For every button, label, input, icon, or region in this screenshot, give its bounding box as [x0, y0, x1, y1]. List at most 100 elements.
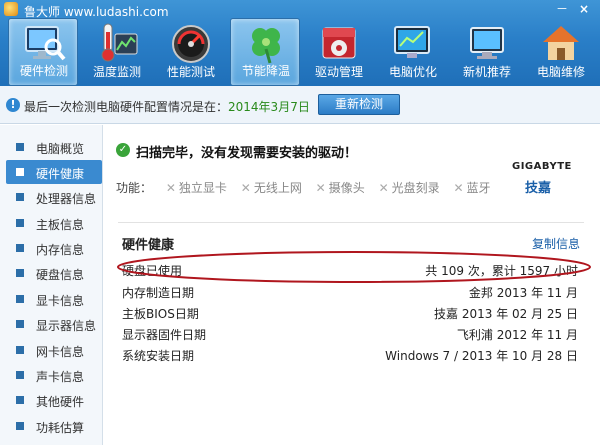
bullet-icon — [16, 168, 24, 176]
sidebar-item-power-estimate[interactable]: 功耗估算 — [6, 414, 102, 438]
feature-item: ✕ 蓝牙 — [453, 181, 490, 195]
top-banner: 鲁大师 www.ludashi.com － × 硬件检测 温度监测 性能测试 节… — [0, 0, 600, 86]
tool-hardware-detect[interactable]: 硬件检测 — [8, 18, 78, 86]
cross-icon: ✕ — [453, 181, 464, 195]
sidebar-item-label: 声卡信息 — [36, 370, 85, 384]
last-check-text: 最后一次检测电脑硬件配置情况是在：2014年3月7日 — [24, 98, 310, 115]
new-computer-icon — [470, 27, 504, 59]
divider — [118, 222, 584, 223]
sidebar-item-display[interactable]: 显示器信息 — [6, 312, 102, 336]
bullet-icon — [16, 219, 24, 227]
sidebar-item-label: 网卡信息 — [36, 345, 85, 359]
sidebar-item-label: 硬盘信息 — [36, 268, 85, 282]
optimize-screen-icon — [394, 26, 430, 58]
sidebar-item-label: 电脑概览 — [36, 142, 85, 156]
info-icon: ! — [6, 98, 20, 112]
row-label: 显示器固件日期 — [122, 328, 207, 342]
feature-label: 光盘刻录 — [391, 181, 440, 195]
info-row-monitor-firmware: 显示器固件日期 飞利浦 2012 年 11 月 — [122, 324, 578, 344]
cross-icon: ✕ — [165, 181, 176, 195]
feature-item: ✕ 无线上网 — [241, 181, 302, 195]
tool-label: 驱动管理 — [314, 65, 363, 79]
last-check-label: 最后一次检测电脑硬件配置情况是在： — [24, 100, 229, 114]
bullet-icon — [16, 422, 24, 430]
sidebar-item-network[interactable]: 网卡信息 — [6, 338, 102, 362]
bullet-icon — [16, 143, 24, 151]
title-bar: 鲁大师 www.ludashi.com － × — [0, 0, 600, 20]
main-toolbar: 硬件检测 温度监测 性能测试 节能降温 驱动管理 电脑优化 新机推荐 电脑维修 — [0, 18, 600, 86]
feature-label: 摄像头 — [328, 181, 365, 195]
tool-label: 温度监测 — [92, 65, 141, 79]
info-row-bios-date: 主板BIOS日期 技嘉 2013 年 02 月 25 日 — [122, 303, 578, 323]
sidebar-item-overview[interactable]: 电脑概览 — [6, 135, 102, 159]
tool-label: 性能测试 — [166, 65, 215, 79]
sidebar-item-label: 内存信息 — [36, 243, 85, 257]
sidebar-item-label: 显卡信息 — [36, 294, 85, 308]
monitor-magnifier-icon — [25, 26, 66, 61]
sidebar-item-label: 处理器信息 — [36, 192, 97, 206]
row-value: 飞利浦 2012 年 11 月 — [456, 328, 578, 342]
tool-new-pc-recommend[interactable]: 新机推荐 — [452, 18, 522, 86]
cross-icon: ✕ — [240, 181, 251, 195]
tool-energy-saving[interactable]: 节能降温 — [230, 18, 300, 86]
tool-performance-test[interactable]: 性能测试 — [156, 18, 226, 86]
features-row: 功能： ✕ 独立显卡 ✕ 无线上网 ✕ 摄像头 ✕ 光盘刻录 ✕ 蓝牙 — [116, 179, 491, 196]
speedometer-icon — [172, 25, 210, 63]
sidebar-item-label: 显示器信息 — [36, 319, 97, 333]
tool-pc-repair[interactable]: 电脑维修 — [526, 18, 596, 86]
tool-temperature-monitor[interactable]: 温度监测 — [82, 18, 152, 86]
tool-label: 硬件检测 — [19, 64, 68, 78]
bullet-icon — [16, 295, 24, 303]
info-row-memory-date: 内存制造日期 金邦 2013 年 11 月 — [122, 282, 578, 302]
row-label: 内存制造日期 — [122, 286, 195, 300]
repair-house-icon — [543, 26, 579, 60]
clover-leaf-icon — [252, 28, 280, 64]
tool-label: 电脑维修 — [536, 65, 585, 79]
tool-driver-manager[interactable]: 驱动管理 — [304, 18, 374, 86]
feature-label: 独立显卡 — [178, 181, 227, 195]
info-row-os-install: 系统安装日期 Windows 7 / 2013 年 10 月 28 日 — [122, 345, 578, 365]
recheck-button[interactable]: 重新检测 — [318, 94, 400, 115]
gear-toolbox-icon — [322, 27, 356, 59]
minimize-button[interactable]: － — [554, 2, 570, 16]
bullet-icon — [16, 346, 24, 354]
sidebar-item-disk[interactable]: 硬盘信息 — [6, 261, 102, 285]
bullet-icon — [16, 193, 24, 201]
bullet-icon — [16, 244, 24, 252]
bullet-icon — [16, 371, 24, 379]
brand-logo: GIGABYTE — [512, 161, 572, 172]
row-label: 系统安装日期 — [122, 349, 195, 363]
close-button[interactable]: × — [576, 2, 592, 16]
feature-item: ✕ 独立显卡 — [166, 181, 227, 195]
sidebar-item-graphics[interactable]: 显卡信息 — [6, 287, 102, 311]
row-value: Windows 7 / 2013 年 10 月 28 日 — [385, 349, 578, 363]
sidebar-item-label: 功耗估算 — [36, 421, 85, 435]
feature-label: 蓝牙 — [466, 181, 491, 195]
sidebar-item-motherboard[interactable]: 主板信息 — [6, 211, 102, 235]
highlight-ring — [117, 251, 591, 283]
app-logo-icon — [4, 2, 18, 16]
sidebar-item-label: 其他硬件 — [36, 395, 85, 409]
sidebar-item-hardware-health[interactable]: 硬件健康 — [6, 160, 102, 184]
brand-logo-cn: 技嘉 — [525, 181, 552, 196]
row-value: 技嘉 2013 年 02 月 25 日 — [434, 307, 578, 321]
check-icon: ✓ — [116, 143, 130, 157]
tool-label: 电脑优化 — [388, 65, 437, 79]
sidebar-item-sound[interactable]: 声卡信息 — [6, 363, 102, 387]
tool-label: 节能降温 — [241, 64, 290, 78]
sidebar-item-cpu[interactable]: 处理器信息 — [6, 185, 102, 209]
sidebar-item-label: 主板信息 — [36, 218, 85, 232]
bullet-icon — [16, 269, 24, 277]
sidebar-item-other-hardware[interactable]: 其他硬件 — [6, 388, 102, 412]
cross-icon: ✕ — [315, 181, 326, 195]
feature-item: ✕ 摄像头 — [316, 181, 365, 195]
sidebar-item-memory[interactable]: 内存信息 — [6, 236, 102, 260]
row-value: 金邦 2013 年 11 月 — [468, 286, 578, 300]
bullet-icon — [16, 396, 24, 404]
info-bar: ! 最后一次检测电脑硬件配置情况是在：2014年3月7日 重新检测 — [0, 86, 600, 124]
tool-label: 新机推荐 — [462, 65, 511, 79]
bullet-icon — [16, 320, 24, 328]
last-check-date: 2014年3月7日 — [228, 100, 310, 114]
row-label: 主板BIOS日期 — [122, 307, 199, 321]
tool-pc-optimize[interactable]: 电脑优化 — [378, 18, 448, 86]
